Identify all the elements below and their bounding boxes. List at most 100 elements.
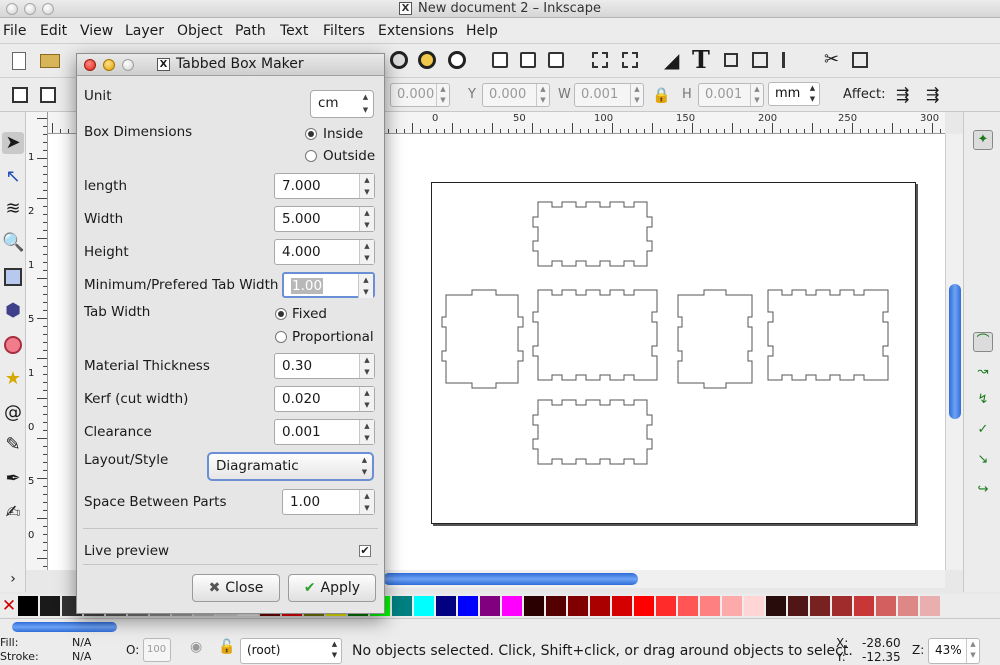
vertical-scrollbar[interactable]: [945, 134, 963, 570]
material-thickness-input[interactable]: 0.30 ▲ ▼: [274, 353, 375, 379]
group-icon[interactable]: [592, 52, 608, 68]
layout-style-select[interactable]: Diagramatic ▲ ▼: [207, 452, 374, 481]
menu-filters[interactable]: Filters: [323, 23, 365, 39]
pencil-tool-icon[interactable]: ✎: [2, 434, 24, 456]
affect-corners-icon[interactable]: ⇶: [926, 86, 946, 106]
color-swatch[interactable]: [612, 596, 632, 616]
w-stepper-arrows[interactable]: ▲ ▼: [630, 84, 643, 106]
live-preview-checkbox[interactable]: ✔: [359, 545, 371, 557]
color-swatch[interactable]: [414, 596, 434, 616]
document-properties-icon[interactable]: [852, 52, 868, 68]
color-swatch[interactable]: [392, 596, 412, 616]
layer-visibility-icon[interactable]: ◉: [190, 639, 210, 659]
node-tool-icon[interactable]: ↖: [2, 166, 24, 188]
fixed-radio[interactable]: [275, 308, 287, 320]
unlink-clone-icon[interactable]: [548, 52, 564, 68]
snap-smooth-icon[interactable]: ↘: [973, 452, 993, 472]
width-stepper-arrows[interactable]: ▲ ▼: [359, 207, 374, 231]
window-zoom-button[interactable]: [42, 3, 54, 15]
snap-path-icon[interactable]: ↝: [973, 364, 993, 384]
zoom-stepper-arrows[interactable]: ▲ ▼: [966, 639, 979, 663]
snap-cusp-icon[interactable]: ✓: [973, 422, 993, 442]
color-swatch[interactable]: [568, 596, 588, 616]
color-swatch[interactable]: [854, 596, 874, 616]
color-swatch[interactable]: [898, 596, 918, 616]
dialog-close-dot[interactable]: [84, 59, 96, 71]
x-stepper-arrows[interactable]: ▲ ▼: [436, 84, 449, 106]
color-swatch[interactable]: [744, 596, 764, 616]
layer-lock-icon[interactable]: 🔓: [218, 639, 238, 659]
height-stepper-arrows[interactable]: ▲ ▼: [359, 240, 374, 264]
toolbox-more-icon[interactable]: ›: [2, 568, 24, 590]
pen-tool-icon[interactable]: ✒: [2, 468, 24, 490]
duplicate-icon[interactable]: [492, 52, 508, 68]
color-swatch[interactable]: [590, 596, 610, 616]
palette-scroll-thumb[interactable]: [12, 622, 117, 632]
color-swatch[interactable]: [480, 596, 500, 616]
color-swatch[interactable]: [766, 596, 786, 616]
menu-layer[interactable]: Layer: [125, 23, 164, 39]
preferences-icon[interactable]: ✂: [824, 50, 844, 70]
clearance-stepper-arrows[interactable]: ▲ ▼: [359, 420, 374, 444]
y-stepper-arrows[interactable]: ▲ ▼: [536, 84, 549, 106]
proportional-radio[interactable]: [275, 331, 287, 343]
color-swatch[interactable]: [656, 596, 676, 616]
snap-nodes-icon[interactable]: ⌒: [973, 332, 993, 352]
color-swatch[interactable]: [700, 596, 720, 616]
thickness-stepper-arrows[interactable]: ▲ ▼: [359, 354, 374, 378]
height-input[interactable]: 4.000 ▲ ▼: [274, 239, 375, 265]
fill-stroke-icon[interactable]: ◢: [664, 50, 684, 70]
snap-midpoint-icon[interactable]: ↪: [973, 482, 993, 502]
3d-box-tool-icon[interactable]: ⬢: [2, 300, 24, 322]
space-between-parts-input[interactable]: 1.00 ▲ ▼: [282, 489, 375, 515]
h-field[interactable]: 0.001 ▲ ▼: [698, 83, 764, 107]
open-folder-icon[interactable]: [40, 54, 60, 68]
menu-object[interactable]: Object: [177, 23, 223, 39]
min-tab-width-input[interactable]: 1.00 ▲ ▼: [282, 272, 375, 298]
length-stepper-arrows[interactable]: ▲ ▼: [359, 174, 374, 198]
layers-icon[interactable]: [724, 53, 738, 67]
dialog-zoom-dot[interactable]: [122, 59, 134, 71]
color-swatch[interactable]: [788, 596, 808, 616]
select-all-layers-icon[interactable]: [40, 87, 56, 103]
color-swatch[interactable]: [436, 596, 456, 616]
color-swatch[interactable]: [458, 596, 478, 616]
ungroup-icon[interactable]: [622, 52, 638, 68]
snap-toggle-icon[interactable]: ✦: [973, 130, 993, 150]
snap-intersection-icon[interactable]: ↯: [973, 392, 993, 412]
unit-select[interactable]: mm ▲ ▼: [768, 82, 820, 106]
color-swatch[interactable]: [546, 596, 566, 616]
menu-text[interactable]: Text: [280, 23, 308, 39]
w-field[interactable]: 0.001 ▲ ▼: [574, 83, 644, 107]
ellipse-tool-icon[interactable]: [4, 336, 22, 354]
calligraphy-tool-icon[interactable]: ✍: [2, 502, 24, 524]
window-close-button[interactable]: [6, 3, 18, 15]
outside-radio[interactable]: [305, 150, 317, 162]
lock-icon[interactable]: 🔒: [652, 86, 672, 106]
dialog-minimize-dot[interactable]: [103, 59, 115, 71]
horizontal-scroll-thumb[interactable]: [383, 573, 638, 585]
xml-editor-icon[interactable]: [752, 52, 768, 68]
menu-extensions[interactable]: Extensions: [378, 23, 454, 39]
selector-tool-icon[interactable]: ➤: [2, 132, 24, 154]
h-stepper-arrows[interactable]: ▲ ▼: [750, 84, 763, 106]
color-swatch[interactable]: [502, 596, 522, 616]
star-tool-icon[interactable]: ★: [2, 368, 24, 390]
close-button[interactable]: ✖ Close: [192, 574, 280, 602]
color-swatch[interactable]: [876, 596, 896, 616]
color-swatch[interactable]: [832, 596, 852, 616]
color-swatch[interactable]: [18, 596, 38, 616]
layer-select[interactable]: (root) ▲ ▼: [240, 638, 342, 664]
space-stepper-arrows[interactable]: ▲ ▼: [359, 490, 374, 514]
vertical-scroll-thumb[interactable]: [949, 284, 961, 419]
horizontal-scrollbar[interactable]: [383, 570, 945, 588]
clearance-input[interactable]: 0.001 ▲ ▼: [274, 419, 375, 445]
zoom-field[interactable]: 43% ▲ ▼: [928, 638, 980, 664]
align-distribute-icon[interactable]: [782, 52, 798, 68]
menu-help[interactable]: Help: [466, 23, 498, 39]
new-document-icon[interactable]: [12, 52, 26, 70]
menu-file[interactable]: File: [3, 23, 26, 39]
menu-edit[interactable]: Edit: [40, 23, 67, 39]
color-swatch[interactable]: [678, 596, 698, 616]
kerf-stepper-arrows[interactable]: ▲ ▼: [359, 387, 374, 411]
